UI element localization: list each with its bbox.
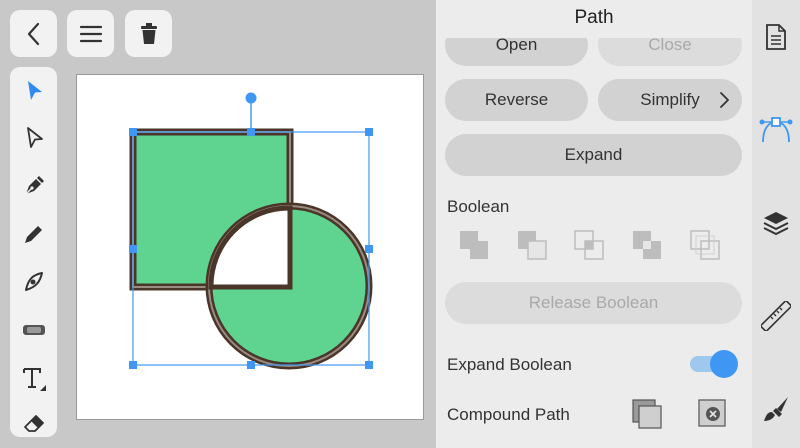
handle-mr (365, 245, 373, 253)
fill-tool[interactable] (10, 310, 57, 350)
reverse-button[interactable]: Reverse (445, 79, 588, 121)
text-tool-icon (22, 368, 46, 391)
chevron-right-icon (720, 92, 729, 108)
back-button[interactable] (10, 10, 57, 57)
pen-tool[interactable] (10, 166, 57, 206)
expand-boolean-toggle[interactable] (690, 350, 738, 378)
tools-toolbar (10, 67, 57, 437)
boolean-label: Boolean (447, 197, 510, 216)
fill-tool-icon (22, 325, 45, 335)
vector-brush-icon (24, 272, 43, 291)
menu-button[interactable] (67, 10, 114, 57)
boolean-intersect-icon[interactable] (573, 229, 605, 261)
simplify-label: Simplify (640, 90, 700, 109)
brushes-studio[interactable] (752, 387, 800, 431)
eraser-icon (23, 415, 44, 432)
layers-studio[interactable] (752, 201, 800, 245)
node-tool-icon (26, 127, 43, 148)
compound-path-label: Compound Path (447, 405, 570, 424)
panel-title: Path (436, 0, 752, 38)
rotate-handle (245, 92, 257, 104)
handle-tr (365, 128, 373, 136)
handle-tl (129, 128, 137, 136)
simplify-button[interactable]: Simplify (598, 79, 742, 121)
move-tool[interactable] (10, 71, 57, 111)
handle-bm (247, 361, 255, 369)
eraser-tool[interactable] (10, 403, 57, 443)
delete-button[interactable] (125, 10, 172, 57)
transform-studio[interactable] (752, 294, 800, 338)
document-studio[interactable] (752, 15, 800, 59)
drawing-canvas[interactable] (76, 74, 424, 420)
expand-boolean-label: Expand Boolean (447, 355, 572, 374)
trash-icon (140, 22, 157, 44)
handle-bl (129, 361, 137, 369)
brush-icon (764, 397, 788, 421)
move-tool-icon (27, 81, 42, 100)
pencil-tool[interactable] (10, 214, 57, 254)
vector-brush-tool[interactable] (10, 262, 57, 302)
handle-br (365, 361, 373, 369)
artwork[interactable] (77, 75, 425, 421)
boolean-add-icon[interactable] (458, 229, 490, 261)
chevron-left-icon (27, 22, 39, 45)
boolean-xor-icon[interactable] (631, 229, 663, 261)
pencil-tool-icon (24, 226, 42, 243)
release-compound-icon[interactable] (697, 398, 729, 430)
studio-bar (752, 0, 800, 448)
menu-icon (79, 25, 102, 42)
path-panel: Path Open Close Reverse Simplify Expand … (436, 0, 752, 448)
toggle-knob (710, 350, 738, 378)
node-tool[interactable] (10, 118, 57, 158)
document-icon (766, 24, 786, 50)
compound-path-icon[interactable] (631, 398, 663, 430)
transform-icon (761, 301, 791, 331)
path-studio[interactable] (752, 107, 800, 151)
boolean-subtract-icon[interactable] (516, 229, 548, 261)
path-studio-icon (759, 117, 793, 143)
layers-icon (763, 212, 789, 236)
release-boolean-button[interactable]: Release Boolean (445, 282, 742, 324)
text-tool[interactable] (10, 358, 57, 398)
expand-button[interactable]: Expand (445, 134, 742, 176)
pen-tool-icon (24, 176, 44, 195)
handle-ml (129, 245, 137, 253)
handle-tm (247, 128, 255, 136)
boolean-divide-icon[interactable] (689, 229, 721, 261)
